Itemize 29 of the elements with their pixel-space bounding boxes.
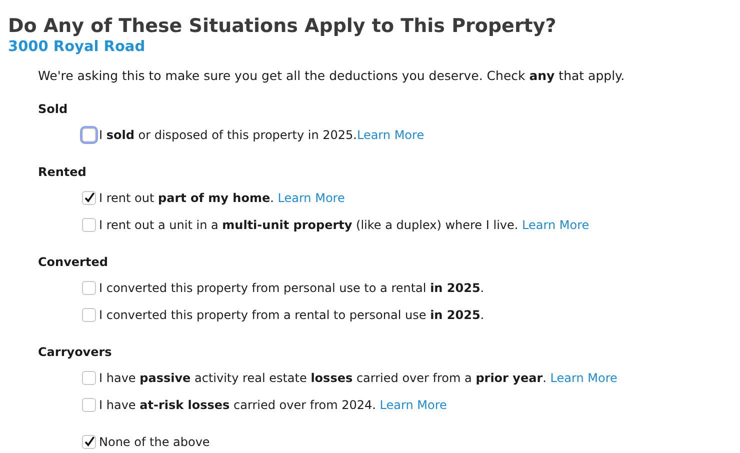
page-title: Do Any of These Situations Apply to This Property? (8, 14, 558, 38)
checkbox[interactable] (82, 370, 96, 384)
option-label: I sold or disposed of this property in 2025.Learn More (99, 128, 424, 142)
section-heading: Converted (38, 254, 109, 270)
option-label: I rent out a unit in a multi-unit property (like a duplex) where I live. Learn More (99, 218, 590, 232)
checkbox[interactable] (82, 280, 96, 294)
option-label: I have at-risk losses carried over from 2024. Learn More (99, 398, 447, 412)
property-address: 3000 Royal Road (8, 38, 146, 57)
learn-more-link[interactable]: Learn More (278, 190, 345, 204)
option-label: I rent out part of my home. Learn More (99, 190, 345, 204)
section-heading: Carryovers (38, 344, 113, 360)
option-label: I have passive activity real estate losses carried over from a prior year. Learn More (99, 370, 618, 384)
option-label: I converted this property from personal use to a rental in 2025. (99, 280, 484, 294)
learn-more-link[interactable]: Learn More (356, 128, 424, 142)
checkbox[interactable] (82, 218, 96, 232)
checkmark-icon (84, 436, 94, 447)
intro-text: We're asking this to make sure you get all the deductions you deserve. Check any that apply. (38, 67, 626, 85)
option-label: None of the above (99, 434, 210, 448)
section-heading: Rented (38, 164, 88, 180)
checkbox[interactable] (82, 308, 96, 322)
learn-more-link[interactable]: Learn More (550, 370, 618, 384)
option-label: I converted this property from a rental to personal use in 2025. (99, 308, 484, 322)
checkbox[interactable] (82, 434, 96, 448)
checkbox[interactable] (82, 190, 96, 204)
checkmark-icon (84, 192, 94, 203)
section-heading: Sold (38, 101, 69, 117)
learn-more-link[interactable]: Learn More (380, 398, 447, 412)
checkbox[interactable] (82, 398, 96, 412)
learn-more-link[interactable]: Learn More (522, 218, 590, 232)
